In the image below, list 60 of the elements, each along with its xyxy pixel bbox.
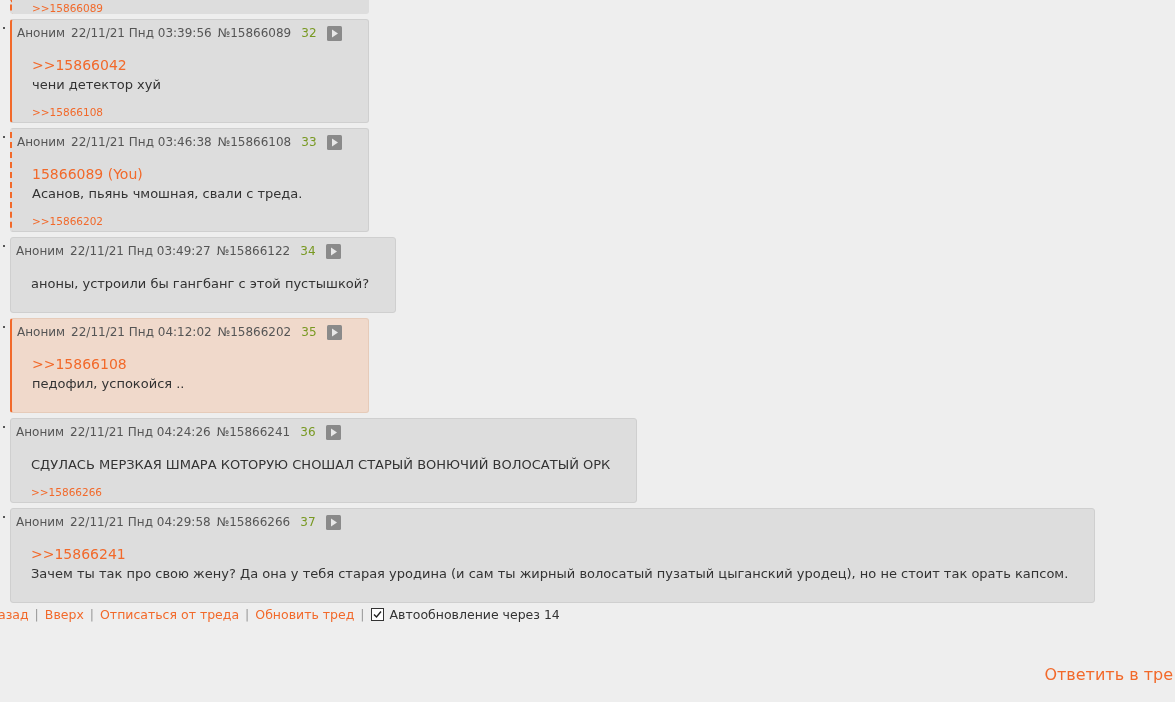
play-icon[interactable] [326,324,342,340]
post-author: Аноним [17,135,66,149]
post-number[interactable]: №15866202 [217,325,292,339]
post-index: 32 [301,26,317,40]
post-index: 37 [300,515,316,529]
post-marker-icon [3,27,5,29]
post-date: 22/11/21 Пнд 04:12:02 [71,325,212,339]
backlink[interactable]: >>15866266 [31,486,103,502]
reply-link[interactable]: >>15866108 [32,355,342,374]
play-icon[interactable] [325,424,341,440]
post-number[interactable]: №15866266 [216,515,291,529]
autoupdate-checkbox[interactable] [370,608,384,621]
post-date: 22/11/21 Пнд 03:49:27 [70,244,211,258]
separator: | [34,607,39,622]
post-author: Аноним [17,26,66,40]
autoupdate-label: Автообновление через 14 [389,607,560,622]
separator: | [245,607,250,622]
play-icon[interactable] [325,514,341,530]
post-number[interactable]: №15866089 [217,26,292,40]
post-number[interactable]: №15866122 [216,244,291,258]
post-index: 33 [301,135,317,149]
post-author: Аноним [16,515,65,529]
post-date: 22/11/21 Пнд 03:39:56 [71,26,212,40]
post-text: СДУЛАСЬ МЕРЗКАЯ ШМАРА КОТОРУЮ СНОШАЛ СТАРЫЙ ВОНЮЧИЙ ВОЛОСАТЫЙ ОРК [31,456,611,474]
reply-link[interactable]: >>15866042 [32,56,342,75]
post-marker-icon [3,326,5,328]
reply-link[interactable]: 15866089 (You) [32,165,342,184]
play-icon[interactable] [326,134,342,150]
post-date: 22/11/21 Пнд 04:24:26 [70,425,211,439]
post-index: 35 [301,325,317,339]
post-text: Асанов, пьянь чмошная, свали с треда. [32,185,304,203]
post-marker-icon [3,136,5,138]
play-icon[interactable] [325,243,341,259]
post-number[interactable]: №15866241 [216,425,291,439]
post-text: Зачем ты так про свою жену? Да она у тебя старая уродина (и сам ты жирный волосатый пузатый цыганский уродец), но не стоит так орать капсом. [31,565,1069,583]
post-index: 34 [300,244,316,258]
separator: | [89,607,94,622]
reply-to-thread-link[interactable]: Ответить в тре [1044,665,1173,684]
post-index: 36 [300,425,316,439]
post-date: 22/11/21 Пнд 04:29:58 [70,515,211,529]
post-text: педофил, успокойся .. [32,375,186,393]
post-date: 22/11/21 Пнд 03:46:38 [71,135,212,149]
post-author: Аноним [17,325,66,339]
post-author: Аноним [16,244,65,258]
post-marker-icon [3,426,5,428]
post-text: чени детектор хуй [32,76,162,94]
post-marker-icon [3,245,5,247]
post-marker-icon [3,516,5,518]
post-author: Аноним [16,425,65,439]
backlink[interactable]: >>15866202 [32,215,104,231]
post-number[interactable]: №15866108 [217,135,292,149]
nav-link[interactable]: Отписаться от треда [100,607,240,622]
play-icon[interactable] [326,25,342,41]
reply-link[interactable]: >>15866241 [31,545,1069,564]
backlink[interactable]: >>15866108 [32,106,104,122]
backlink[interactable]: >>15866089 [32,3,104,14]
separator: | [360,607,365,622]
post-text: аноны, устроили бы гангбанг с этой пустышкой? [31,275,370,293]
nav-link[interactable]: Вверх [44,607,84,622]
nav-link[interactable]: Обновить тред [255,607,355,622]
